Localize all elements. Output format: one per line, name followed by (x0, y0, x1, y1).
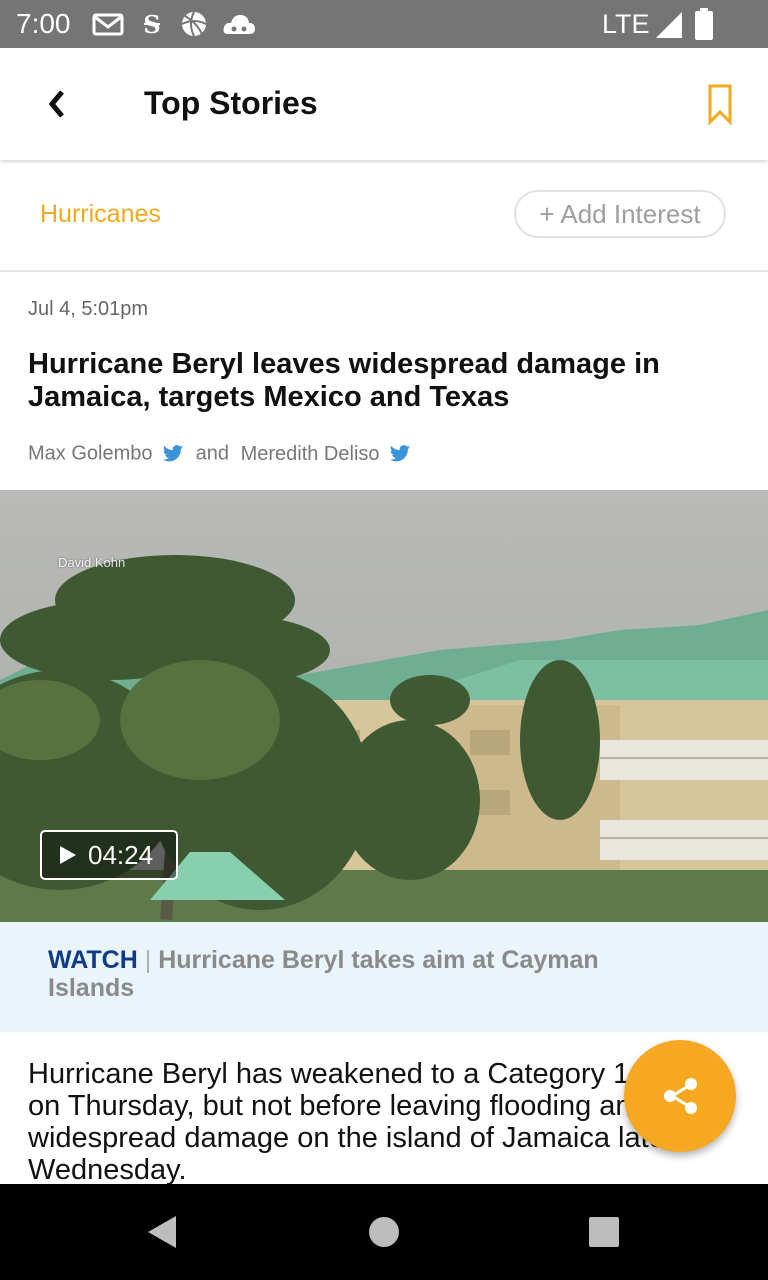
page-title: Top Stories (144, 85, 318, 121)
twitter-icon[interactable] (389, 444, 411, 464)
play-icon (60, 846, 76, 864)
share-button[interactable] (624, 1040, 736, 1152)
status-bar: 7:00 S LTE (0, 0, 768, 48)
bookmark-icon[interactable] (696, 78, 744, 130)
nav-recents-icon[interactable] (588, 1216, 620, 1248)
nyt-icon: S (143, 10, 160, 38)
video-duration: 04:24 (88, 840, 154, 870)
gmail-icon (92, 13, 124, 36)
play-duration-badge[interactable]: 04:24 (40, 830, 178, 880)
app-bar: Top Stories (0, 48, 768, 160)
divider (0, 270, 768, 272)
add-interest-button[interactable]: + Add Interest (514, 190, 726, 238)
article-date: Jul 4, 5:01pm (28, 298, 149, 320)
share-icon (664, 1078, 697, 1114)
sports-ball-icon (181, 11, 207, 37)
signal-icon (656, 12, 682, 38)
video-credit: David Kohn (58, 555, 126, 570)
caption-watch-label: WATCH (48, 946, 138, 974)
cloud-icon (223, 15, 255, 34)
byline: Max Golembo and Meredith Deliso (28, 440, 417, 467)
twitter-icon[interactable] (162, 444, 184, 464)
article-headline: Hurricane Beryl leaves widespread damage… (28, 348, 660, 413)
battery-icon (695, 8, 713, 40)
status-time: 7:00 (16, 8, 71, 39)
video-caption: WATCH | Hurricane Beryl takes aim at Cay… (48, 946, 688, 1002)
network-type: LTE (602, 9, 650, 39)
system-nav-bar (0, 1184, 768, 1280)
caption-separator: | (144, 946, 152, 974)
back-chevron-icon[interactable] (30, 76, 86, 132)
author-name[interactable]: Meredith Deliso (241, 443, 380, 465)
nav-home-icon[interactable] (368, 1216, 400, 1248)
interest-hurricanes[interactable]: Hurricanes (40, 198, 161, 230)
nav-back-icon[interactable] (144, 1214, 180, 1250)
byline-joiner: and (195, 442, 229, 465)
author-name[interactable]: Max Golembo (28, 443, 153, 465)
